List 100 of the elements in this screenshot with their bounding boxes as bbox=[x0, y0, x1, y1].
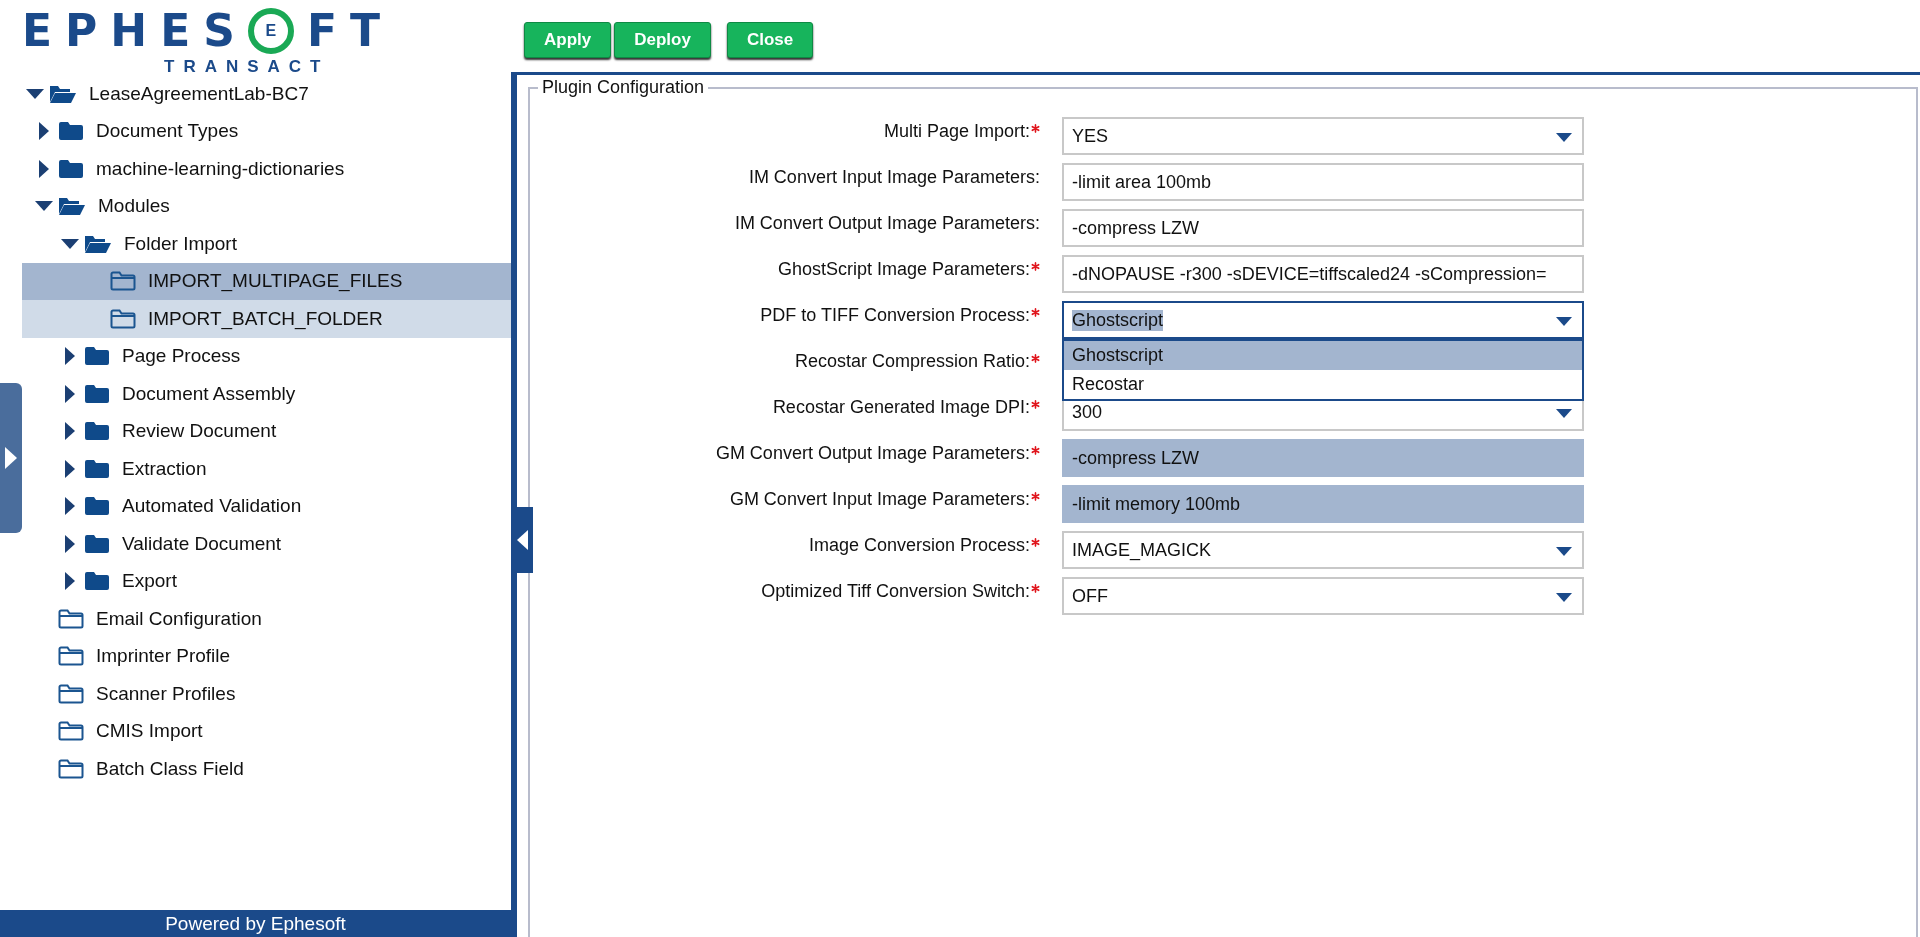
tree-item-label: Automated Validation bbox=[122, 495, 302, 518]
tree-item[interactable]: Imprinter Profile bbox=[22, 637, 511, 675]
tree-item-label: Folder Import bbox=[124, 232, 237, 255]
tree-item-label: Scanner Profiles bbox=[96, 682, 236, 705]
logo-tagline: TRANSACT bbox=[164, 58, 331, 75]
tree-item-label: Extraction bbox=[122, 457, 207, 480]
folder-icon bbox=[84, 458, 110, 479]
tree-item-label: Modules bbox=[98, 195, 170, 218]
caret-down-icon[interactable] bbox=[61, 238, 79, 249]
folder-icon bbox=[58, 758, 84, 779]
logo-text: EPHES bbox=[22, 9, 248, 53]
tree-item-label: Page Process bbox=[122, 345, 241, 368]
field-label: Image Conversion Process: bbox=[808, 535, 1030, 556]
dropdown-field[interactable]: YES bbox=[1062, 117, 1584, 155]
folder-icon bbox=[58, 121, 84, 142]
dropdown-field[interactable]: IMAGE_MAGICK bbox=[1062, 531, 1584, 569]
caret-right-icon[interactable] bbox=[65, 497, 75, 516]
field-label: PDF to TIFF Conversion Process: bbox=[760, 305, 1030, 326]
input-field[interactable]: -compress LZW bbox=[1062, 209, 1584, 247]
caret-right-icon[interactable] bbox=[65, 384, 75, 403]
field-label: Optimized Tiff Conversion Switch: bbox=[761, 581, 1030, 602]
tree-item[interactable]: CMIS Import bbox=[22, 712, 511, 750]
folder-icon bbox=[84, 383, 110, 404]
folder-icon bbox=[84, 346, 110, 367]
tree-item[interactable]: Review Document bbox=[22, 412, 511, 450]
tree-item-label: Batch Class Field bbox=[96, 757, 244, 780]
folder-icon bbox=[84, 533, 110, 554]
tree-item-label: IMPORT_MULTIPAGE_FILES bbox=[148, 270, 403, 293]
field-label: GM Convert Input Image Parameters: bbox=[729, 489, 1030, 510]
tree-item[interactable]: Export bbox=[22, 562, 511, 600]
expand-panel-tab[interactable] bbox=[0, 383, 22, 533]
folder-icon bbox=[58, 683, 84, 704]
tree-item-label: machine-learning-dictionaries bbox=[96, 157, 345, 180]
caret-right-icon[interactable] bbox=[39, 159, 49, 178]
tree-item[interactable]: machine-learning-dictionaries bbox=[22, 150, 511, 188]
caret-right-icon[interactable] bbox=[39, 122, 49, 141]
field-label: GM Convert Output Image Parameters: bbox=[715, 443, 1030, 464]
folder-icon bbox=[110, 308, 136, 329]
caret-down-icon[interactable] bbox=[35, 201, 53, 212]
logo-mark: E bbox=[247, 8, 294, 54]
dropdown-arrow-icon[interactable] bbox=[1556, 409, 1572, 418]
caret-right-icon[interactable] bbox=[65, 534, 75, 553]
tree-item[interactable]: IMPORT_BATCH_FOLDER bbox=[22, 300, 511, 338]
tree-item-label: Validate Document bbox=[122, 532, 282, 555]
tree-item[interactable]: Page Process bbox=[22, 337, 511, 375]
folder-icon bbox=[110, 271, 136, 292]
field-label: Recostar Generated Image DPI: bbox=[772, 397, 1030, 418]
tree-item-label: Email Configuration bbox=[96, 607, 262, 630]
input-field[interactable]: -dNOPAUSE -r300 -sDEVICE=tiffscaled24 -sCompression= bbox=[1062, 255, 1584, 293]
field-label: IM Convert Input Image Parameters: bbox=[748, 167, 1040, 188]
field-label: Recostar Compression Ratio: bbox=[794, 351, 1030, 372]
folder-icon bbox=[58, 646, 84, 667]
tree-item[interactable]: Modules bbox=[22, 187, 511, 225]
tree-item-label: IMPORT_BATCH_FOLDER bbox=[148, 307, 383, 330]
tree-item-label: Imprinter Profile bbox=[96, 645, 231, 668]
folder-icon bbox=[58, 721, 84, 742]
tree-item[interactable]: Document Assembly bbox=[22, 375, 511, 413]
tree-item[interactable]: Document Types bbox=[22, 112, 511, 150]
logo-text: FT bbox=[306, 9, 393, 53]
tree-item-label: Document Assembly bbox=[122, 382, 296, 405]
folder-icon bbox=[84, 571, 110, 592]
tree-item[interactable]: LeaseAgreementLab-BC7 bbox=[22, 75, 511, 113]
footer-text: Powered by Ephesoft bbox=[0, 910, 511, 937]
arrow-left-icon bbox=[516, 530, 528, 550]
field-label: IM Convert Output Image Parameters: bbox=[734, 213, 1040, 234]
dropdown-field[interactable]: OFF bbox=[1062, 577, 1584, 615]
tree-item-label: Review Document bbox=[122, 420, 277, 443]
folder-icon bbox=[58, 608, 84, 629]
field-label: Multi Page Import: bbox=[883, 121, 1030, 142]
caret-right-icon[interactable] bbox=[65, 572, 75, 591]
folder-icon bbox=[58, 158, 84, 179]
tree-item-label: CMIS Import bbox=[96, 720, 203, 743]
dropdown-arrow-icon[interactable] bbox=[1556, 133, 1572, 142]
folder-icon bbox=[49, 83, 77, 104]
folder-icon bbox=[84, 421, 110, 442]
caret-right-icon[interactable] bbox=[65, 422, 75, 441]
arrow-right-icon bbox=[5, 447, 17, 469]
tree-item-label: LeaseAgreementLab-BC7 bbox=[89, 82, 309, 105]
tree-item-label: Export bbox=[122, 570, 177, 593]
caret-down-icon[interactable] bbox=[26, 88, 44, 99]
folder-icon bbox=[84, 496, 110, 517]
field-label: GhostScript Image Parameters: bbox=[777, 259, 1030, 280]
folder-icon bbox=[84, 233, 112, 254]
tree-item[interactable]: IMPORT_MULTIPAGE_FILES bbox=[22, 262, 511, 300]
dropdown-arrow-icon[interactable] bbox=[1556, 547, 1572, 556]
dropdown-option[interactable]: Ghostscript bbox=[1064, 341, 1582, 370]
folder-icon bbox=[58, 196, 86, 217]
input-field[interactable]: -limit area 100mb bbox=[1062, 163, 1584, 201]
dropdown-arrow-icon[interactable] bbox=[1556, 317, 1572, 326]
tree-item[interactable]: Email Configuration bbox=[22, 600, 511, 638]
caret-right-icon[interactable] bbox=[65, 347, 75, 366]
tree-item[interactable]: Validate Document bbox=[22, 525, 511, 563]
tree-item[interactable]: Folder Import bbox=[22, 225, 511, 263]
tree-item[interactable]: Scanner Profiles bbox=[22, 675, 511, 713]
tree-item-label: Document Types bbox=[96, 120, 239, 143]
tree-item[interactable]: Automated Validation bbox=[22, 487, 511, 525]
tree-item[interactable]: Batch Class Field bbox=[22, 750, 511, 788]
tree-item[interactable]: Extraction bbox=[22, 450, 511, 488]
caret-right-icon[interactable] bbox=[65, 459, 75, 478]
dropdown-arrow-icon[interactable] bbox=[1556, 593, 1572, 602]
